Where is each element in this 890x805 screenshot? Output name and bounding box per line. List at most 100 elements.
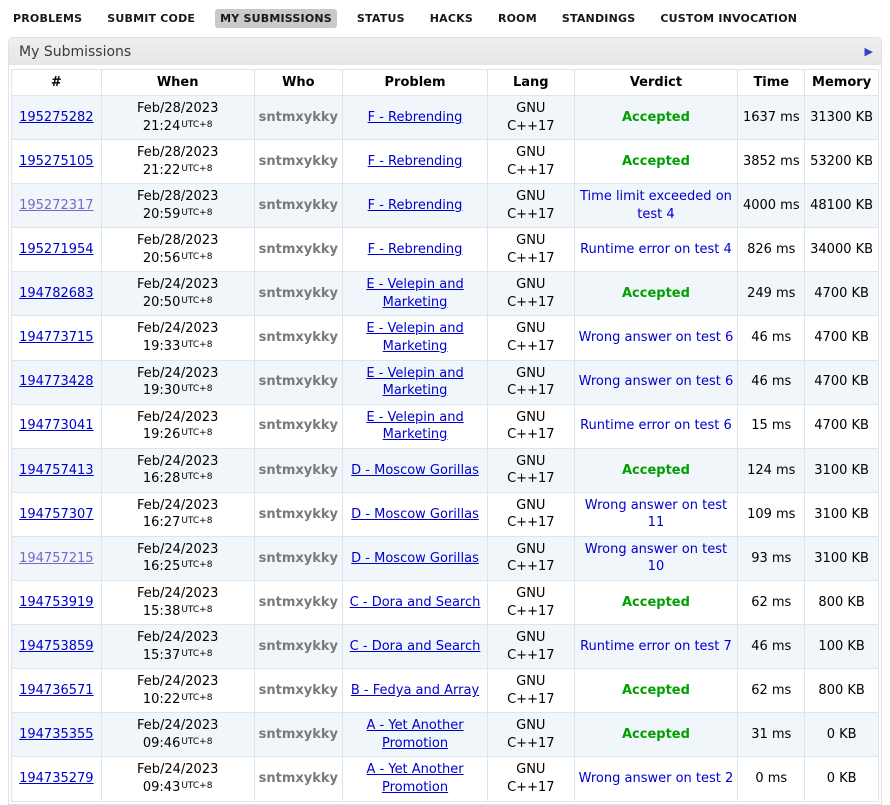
submission-id-link[interactable]: 194735355	[19, 727, 93, 742]
submission-user-link[interactable]: sntmxykky	[259, 198, 338, 213]
submission-id-link[interactable]: 195271954	[19, 242, 93, 257]
submission-exec-time-cell: 93 ms	[738, 536, 805, 580]
submission-problem-link[interactable]: D - Moscow Gorillas	[351, 551, 479, 566]
verdict-text: Accepted	[622, 286, 690, 301]
submission-id-link[interactable]: 194773715	[19, 330, 93, 345]
submission-exec-time-cell: 3852 ms	[738, 140, 805, 184]
submission-user-link[interactable]: sntmxykky	[259, 639, 338, 654]
submission-problem-link[interactable]: E - Velepin and Marketing	[366, 410, 463, 443]
submission-problem-link[interactable]: F - Rebrending	[368, 154, 463, 169]
submission-row: 195275105Feb/28/202321:22UTC+8sntmxykkyF…	[12, 140, 879, 184]
submission-problem-cell: E - Velepin and Marketing	[343, 360, 488, 404]
submission-who-cell: sntmxykky	[254, 448, 342, 492]
submission-problem-link[interactable]: F - Rebrending	[368, 110, 463, 125]
submission-user-link[interactable]: sntmxykky	[259, 683, 338, 698]
submission-id-link[interactable]: 194735279	[19, 771, 93, 786]
nav-item-standings[interactable]: STANDINGS	[557, 9, 640, 28]
submission-who-cell: sntmxykky	[254, 184, 342, 228]
submission-problem-link[interactable]: D - Moscow Gorillas	[351, 507, 479, 522]
submission-when-cell: Feb/24/202310:22UTC+8	[101, 669, 254, 713]
submission-problem-cell: E - Velepin and Marketing	[343, 404, 488, 448]
submission-user-link[interactable]: sntmxykky	[259, 418, 338, 433]
submission-row: 194757307Feb/24/202316:27UTC+8sntmxykkyD…	[12, 492, 879, 536]
submission-who-cell: sntmxykky	[254, 96, 342, 140]
submission-problem-link[interactable]: A - Yet Another Promotion	[367, 718, 464, 751]
submission-problem-link[interactable]: F - Rebrending	[368, 242, 463, 257]
submission-user-link[interactable]: sntmxykky	[259, 154, 338, 169]
submission-id-cell: 194735355	[12, 713, 102, 757]
submission-problem-link[interactable]: C - Dora and Search	[350, 595, 481, 610]
submission-problem-link[interactable]: E - Velepin and Marketing	[366, 366, 463, 399]
submission-user-link[interactable]: sntmxykky	[259, 595, 338, 610]
submission-who-cell: sntmxykky	[254, 536, 342, 580]
submission-problem-link[interactable]: F - Rebrending	[368, 198, 463, 213]
nav-item-submit-code[interactable]: SUBMIT CODE	[102, 9, 200, 28]
submission-user-link[interactable]: sntmxykky	[259, 374, 338, 389]
submission-id-link[interactable]: 194782683	[19, 286, 93, 301]
submission-memory-cell: 4700 KB	[805, 404, 879, 448]
submission-problem-link[interactable]: C - Dora and Search	[350, 639, 481, 654]
submission-verdict-cell: Wrong answer on test 2	[574, 757, 738, 801]
submission-id-link[interactable]: 195275282	[19, 110, 93, 125]
submission-id-link[interactable]: 194757307	[19, 507, 93, 522]
submission-user-link[interactable]: sntmxykky	[259, 286, 338, 301]
col-header-when: When	[101, 70, 254, 96]
contest-nav: PROBLEMS SUBMIT CODE MY SUBMISSIONS STATUS H…	[0, 0, 890, 35]
submission-user-link[interactable]: sntmxykky	[259, 727, 338, 742]
submission-problem-link[interactable]: B - Fedya and Array	[351, 683, 479, 698]
submission-memory-cell: 31300 KB	[805, 96, 879, 140]
submission-user-link[interactable]: sntmxykky	[259, 330, 338, 345]
submission-id-link[interactable]: 194773041	[19, 418, 93, 433]
verdict-text: Accepted	[622, 110, 690, 125]
submission-memory-cell: 3100 KB	[805, 492, 879, 536]
timezone-label: UTC+8	[181, 605, 212, 615]
submission-problem-link[interactable]: E - Velepin and Marketing	[366, 277, 463, 310]
nav-item-problems[interactable]: PROBLEMS	[8, 9, 87, 28]
submission-lang-cell: GNU C++17	[488, 492, 575, 536]
submission-problem-cell: F - Rebrending	[343, 228, 488, 272]
submission-id-link[interactable]: 194773428	[19, 374, 93, 389]
nav-item-custom-invocation[interactable]: CUSTOM INVOCATION	[655, 9, 802, 28]
submission-time-of-day: 09:43UTC+8	[106, 779, 250, 797]
submission-user-link[interactable]: sntmxykky	[259, 771, 338, 786]
submission-row: 194753859 Feb/24/202315:37UTC+8 sntmxykky C…	[12, 625, 879, 669]
submission-memory-cell: 53200 KB	[805, 140, 879, 184]
verdict-text: Accepted	[622, 154, 690, 169]
submission-user-link[interactable]: sntmxykky	[259, 551, 338, 566]
submission-id-link[interactable]: 195272317	[19, 198, 93, 213]
nav-item-room[interactable]: ROOM	[493, 9, 542, 28]
submission-id-link[interactable]: 194757215	[19, 551, 93, 566]
submission-memory-cell: 800 KB	[805, 669, 879, 713]
submission-user-link[interactable]: sntmxykky	[259, 110, 338, 125]
submission-when-cell: Feb/24/202309:46UTC+8	[101, 713, 254, 757]
submission-verdict-cell: Accepted	[574, 272, 738, 316]
submission-id-link[interactable]: 194736571	[19, 683, 93, 698]
play-arrow-icon[interactable]: ▶	[865, 46, 873, 57]
submission-time-of-day: 16:28UTC+8	[106, 470, 250, 488]
submission-id-link[interactable]: 194753919	[19, 595, 93, 610]
submission-user-link[interactable]: sntmxykky	[259, 463, 338, 478]
submission-problem-link[interactable]: D - Moscow Gorillas	[351, 463, 479, 478]
submission-id-link[interactable]: 194753859	[19, 639, 93, 654]
submission-exec-time-cell: 31 ms	[738, 713, 805, 757]
nav-item-my-submissions[interactable]: MY SUBMISSIONS	[215, 9, 337, 28]
submission-problem-link[interactable]: A - Yet Another Promotion	[367, 762, 464, 795]
submission-memory-cell: 4700 KB	[805, 272, 879, 316]
timezone-label: UTC+8	[181, 472, 212, 482]
timezone-label: UTC+8	[181, 560, 212, 570]
submission-problem-link[interactable]: E - Velepin and Marketing	[366, 321, 463, 354]
submission-time-of-day: 19:33UTC+8	[106, 338, 250, 356]
submission-exec-time-cell: 4000 ms	[738, 184, 805, 228]
submission-id-link[interactable]: 195275105	[19, 154, 93, 169]
submission-problem-cell: C - Dora and Search	[343, 625, 488, 669]
nav-item-status[interactable]: STATUS	[352, 9, 410, 28]
submission-exec-time-cell: 62 ms	[738, 581, 805, 625]
submission-when-cell: Feb/24/202316:28UTC+8	[101, 448, 254, 492]
submission-id-link[interactable]: 194757413	[19, 463, 93, 478]
submission-user-link[interactable]: sntmxykky	[259, 242, 338, 257]
submission-when-cell: Feb/24/202315:37UTC+8	[101, 625, 254, 669]
submission-user-link[interactable]: sntmxykky	[259, 507, 338, 522]
nav-item-hacks[interactable]: HACKS	[425, 9, 478, 28]
submission-exec-time-cell: 0 ms	[738, 757, 805, 801]
submission-row: 194736571 Feb/24/202310:22UTC+8 sntmxykky B…	[12, 669, 879, 713]
